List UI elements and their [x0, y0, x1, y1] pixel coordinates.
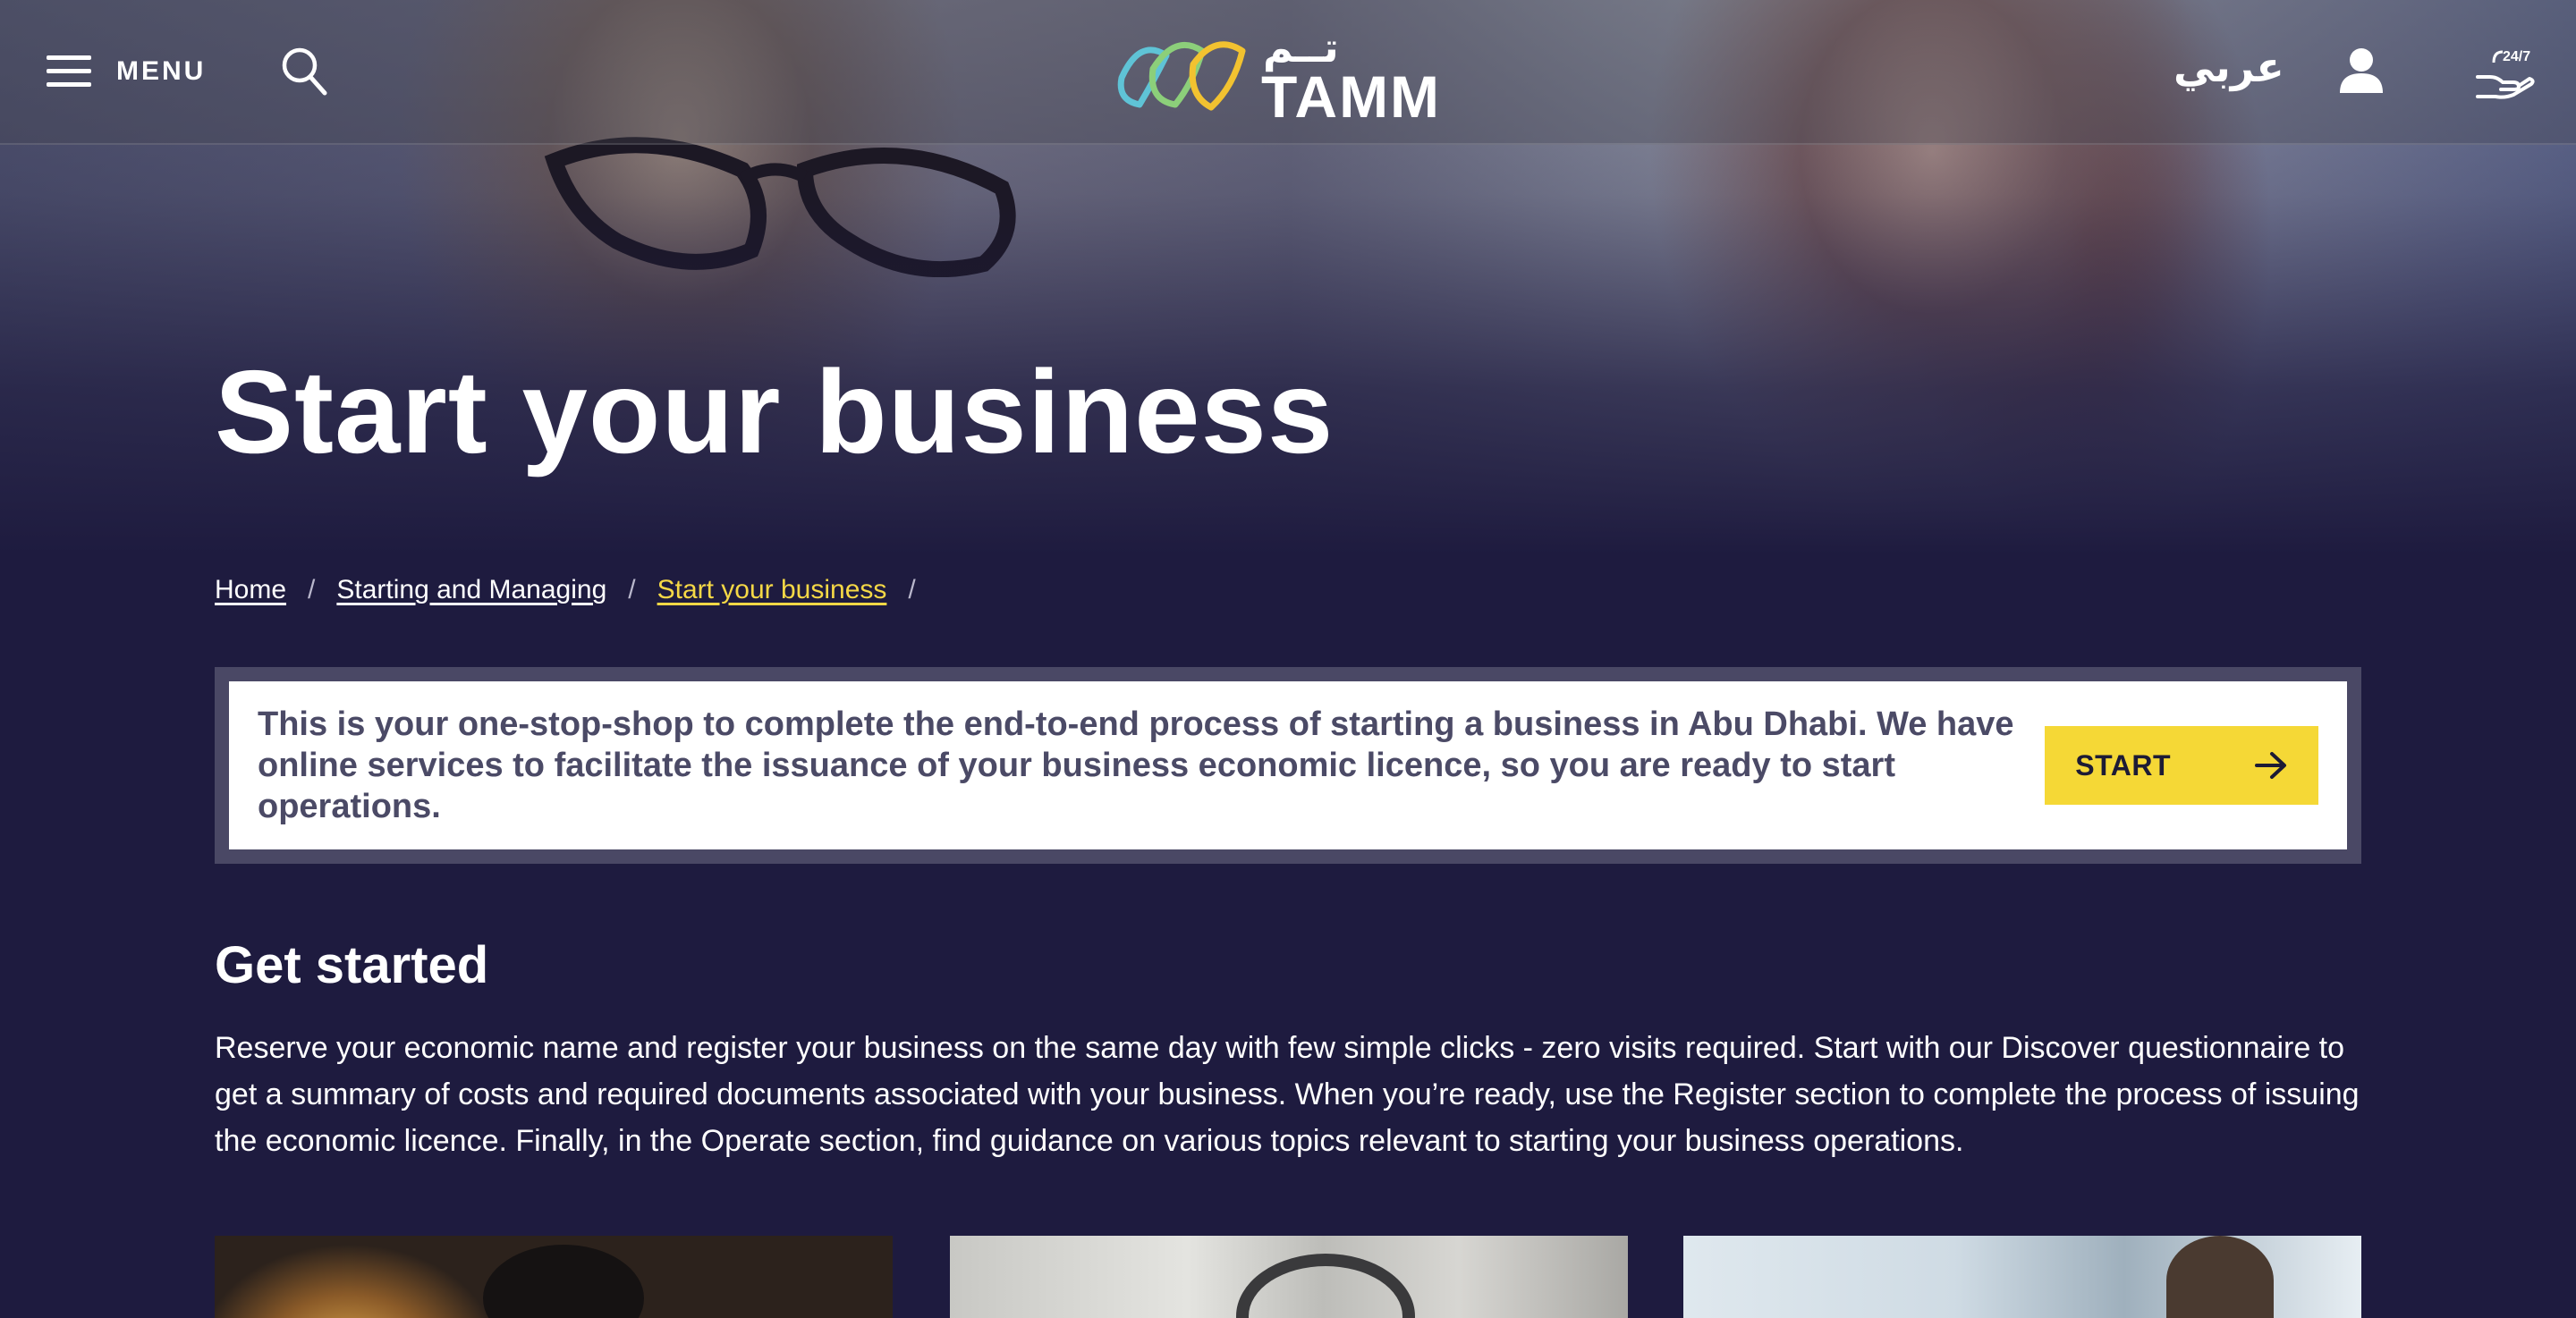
tamm-logo-mark-icon — [1117, 41, 1246, 111]
discover-card-image[interactable] — [215, 1236, 893, 1318]
search-button[interactable] — [281, 46, 327, 97]
breadcrumb-home-link[interactable]: Home — [215, 575, 286, 605]
breadcrumb: Home / Starting and Managing / Start you… — [215, 572, 937, 608]
start-button-label: START — [2075, 748, 2171, 782]
breadcrumb-starting-managing-link[interactable]: Starting and Managing — [336, 575, 606, 605]
search-icon — [282, 47, 327, 96]
intro-callout-panel: This is your one-stop-shop to complete t… — [229, 681, 2347, 849]
hamburger-icon — [47, 55, 91, 88]
support-button[interactable]: 24/7 — [2474, 41, 2537, 104]
page-title: Start your business — [215, 346, 1335, 477]
breadcrumb-separator: / — [628, 575, 636, 604]
menu-button[interactable]: MENU — [47, 50, 206, 93]
tamm-logo[interactable]: تــم TAMM — [1113, 24, 1439, 130]
arrow-right-icon — [2255, 752, 2286, 779]
card-image-detail — [1236, 1254, 1415, 1318]
register-card-image[interactable] — [950, 1236, 1628, 1318]
language-toggle[interactable]: عربي — [2174, 43, 2284, 100]
logo-text: TAMM — [1261, 63, 1442, 130]
card-image-detail — [483, 1245, 644, 1318]
intro-callout: This is your one-stop-shop to complete t… — [215, 667, 2361, 864]
get-started-description: Reserve your economic name and register … — [215, 1031, 2360, 1158]
breadcrumb-separator: / — [908, 575, 916, 604]
operate-card-image[interactable] — [1683, 1236, 2361, 1318]
menu-label: MENU — [116, 56, 207, 86]
breadcrumb-current-link[interactable]: Start your business — [657, 575, 887, 605]
breadcrumb-separator: / — [308, 575, 316, 604]
intro-callout-text: This is your one-stop-shop to complete t… — [258, 705, 2014, 825]
card-image-detail — [2166, 1236, 2274, 1318]
user-icon — [2340, 48, 2383, 93]
svg-text:24/7: 24/7 — [2503, 49, 2530, 64]
support-24-7-icon: 24/7 — [2476, 49, 2535, 99]
start-button[interactable]: START — [2045, 726, 2318, 805]
top-navigation-bar: MENU تــم TAMM عربي 24/7 — [0, 0, 2576, 145]
get-started-heading: Get started — [215, 936, 489, 994]
account-button[interactable] — [2338, 46, 2385, 95]
